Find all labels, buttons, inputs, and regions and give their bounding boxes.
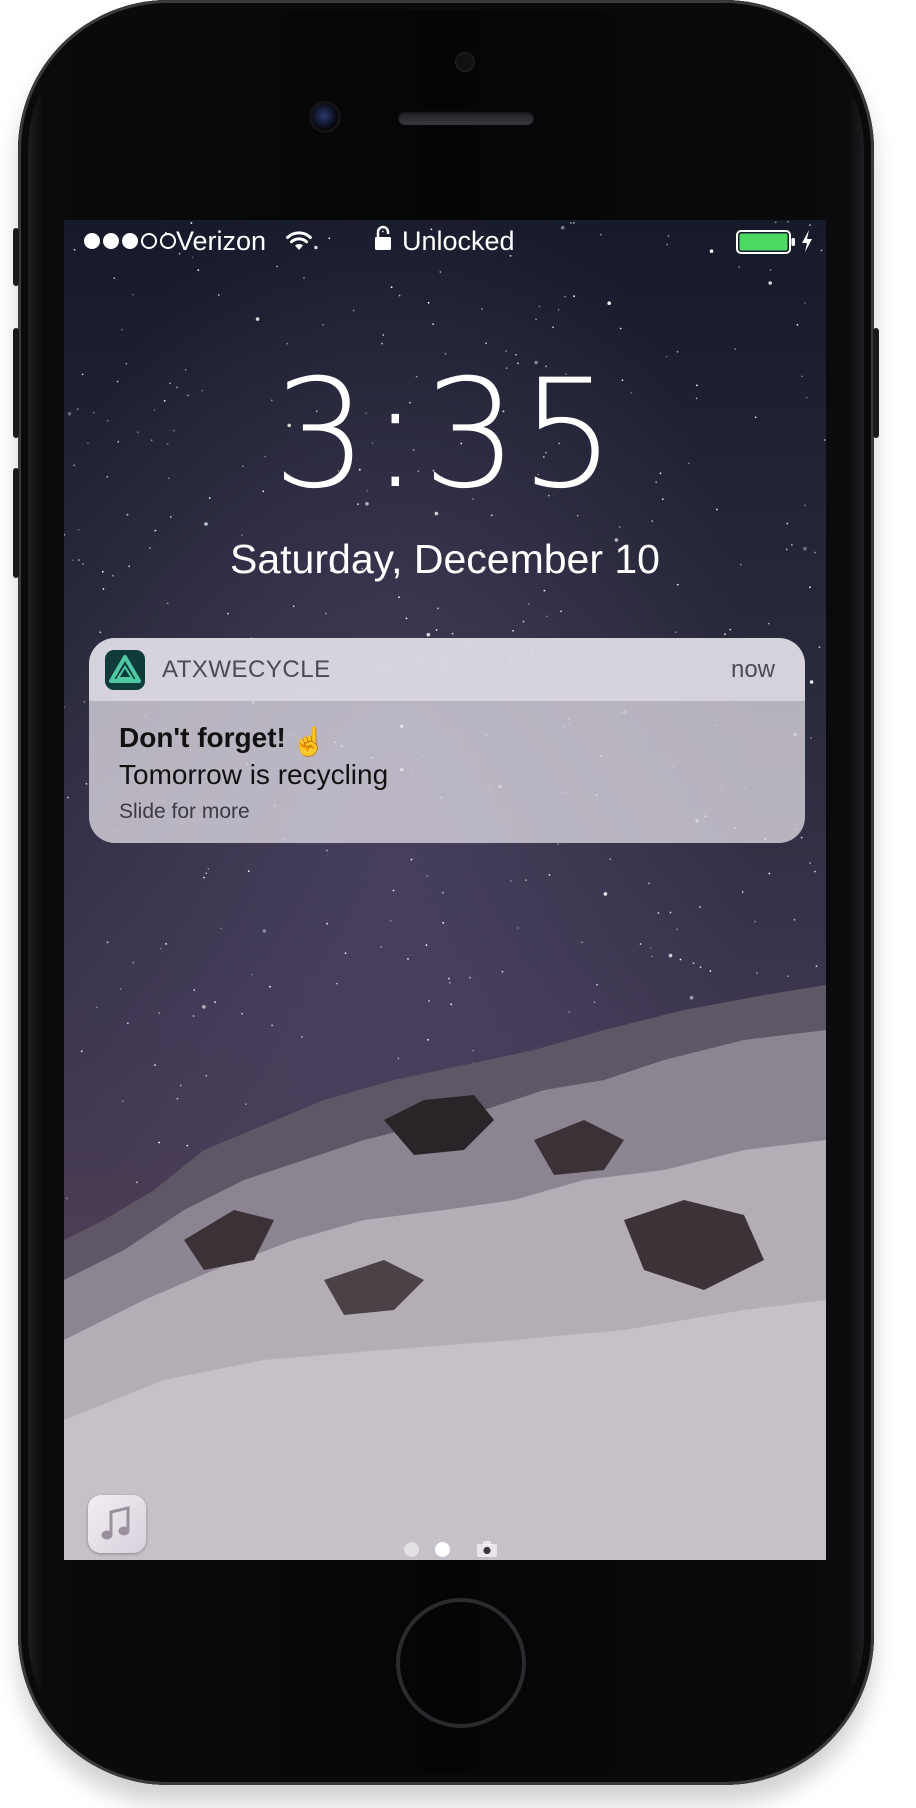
signal-dot <box>103 233 119 249</box>
notification-header: ATXWECYCLE now <box>89 638 805 701</box>
proximity-sensor <box>455 52 475 72</box>
lock-icon <box>375 225 391 250</box>
signal-strength-icon <box>84 233 176 249</box>
status-bar: Verizon Unlocked <box>64 220 826 260</box>
power-button <box>873 328 879 438</box>
notification-title: Don't forget! ☝️ <box>119 722 327 758</box>
lock-screen-date: Saturday, December 10 <box>230 536 660 582</box>
notification-app-name: ATXWECYCLE <box>162 656 331 683</box>
camera-icon[interactable] <box>476 1540 498 1558</box>
earpiece-speaker <box>398 111 534 125</box>
lock-screen-time: 3:35 <box>272 348 618 522</box>
signal-dot <box>160 233 176 249</box>
front-camera <box>312 104 338 130</box>
page-dot-2 <box>435 1542 450 1557</box>
music-note-icon[interactable] <box>88 1495 146 1553</box>
volume-down-button <box>13 468 19 578</box>
wifi-icon <box>286 231 312 250</box>
signal-dot <box>84 233 100 249</box>
pointing-up-emoji-icon: ☝️ <box>291 726 327 757</box>
notification-body: Tomorrow is recycling <box>119 759 389 790</box>
volume-up-button <box>13 328 19 438</box>
notification-time: now <box>730 656 775 683</box>
carrier-name: Verizon <box>176 226 267 256</box>
lock-status-label: Unlocked <box>402 226 515 256</box>
home-button[interactable] <box>396 1598 526 1728</box>
page-indicator <box>404 1538 504 1560</box>
signal-dot <box>122 233 138 249</box>
charging-bolt-icon <box>802 230 812 252</box>
battery-icon <box>736 230 795 254</box>
notification-slide-hint: Slide for more <box>119 800 250 823</box>
mute-switch <box>13 228 19 286</box>
notification-title-text: Don't forget! <box>119 722 286 753</box>
notification-card[interactable]: ATXWECYCLE now Don't forget! ☝️ Tomorrow … <box>89 638 805 843</box>
lock-screen[interactable]: Verizon Unlocked 3:35 Saturday, December… <box>64 220 826 1560</box>
recycle-triangle-icon <box>105 650 145 690</box>
page-dot-1 <box>404 1542 419 1557</box>
signal-dot <box>141 233 157 249</box>
